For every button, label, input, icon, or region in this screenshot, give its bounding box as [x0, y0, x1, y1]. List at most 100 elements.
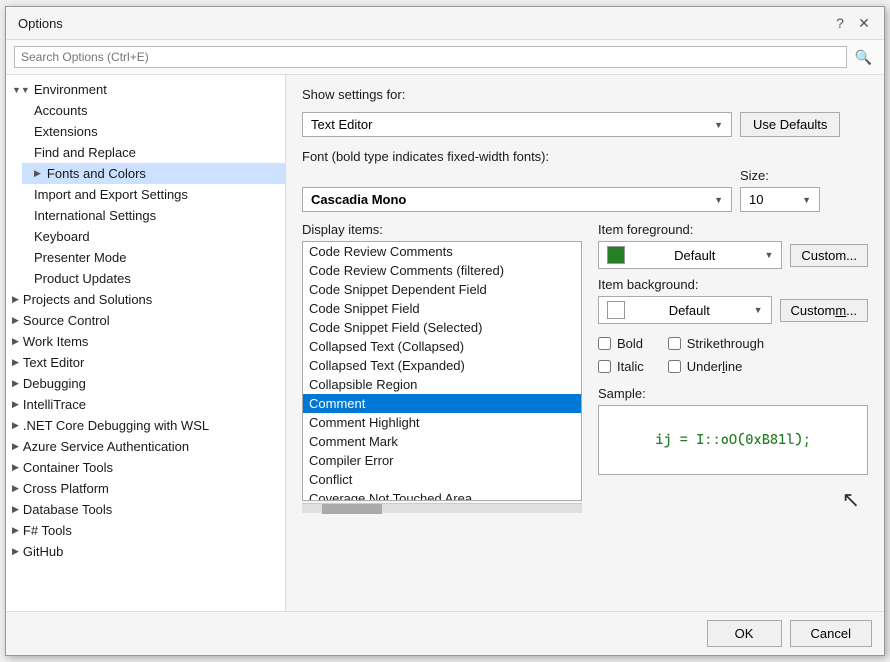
search-input[interactable] — [14, 46, 847, 68]
underline-checkbox[interactable] — [668, 360, 681, 373]
expand-work-items-icon — [12, 336, 19, 347]
size-dropdown[interactable]: 10 ▼ — [740, 187, 820, 212]
show-settings-row: Show settings for: — [302, 87, 868, 102]
expand-cross-platform-icon — [12, 483, 19, 494]
sidebar-item-find-replace[interactable]: Find and Replace — [22, 142, 285, 163]
item-background-dropdown[interactable]: Default ▼ — [598, 296, 772, 324]
sidebar-item-presenter[interactable]: Presenter Mode — [22, 247, 285, 268]
cursor-indicator: ↖ — [598, 483, 868, 517]
ok-button[interactable]: OK — [707, 620, 782, 647]
item-foreground-arrow: ▼ — [764, 250, 773, 260]
search-icon-button[interactable]: 🔍 — [851, 47, 876, 68]
sidebar-item-import-export[interactable]: Import and Export Settings — [22, 184, 285, 205]
show-settings-label: Show settings for: — [302, 87, 405, 102]
title-controls: ? ✕ — [832, 15, 872, 31]
sidebar-item-projects[interactable]: Projects and Solutions — [6, 289, 285, 310]
list-item[interactable]: Code Snippet Field — [303, 299, 581, 318]
sidebar-item-text-editor[interactable]: Text Editor — [6, 352, 285, 373]
sidebar-item-debugging[interactable]: Debugging — [6, 373, 285, 394]
list-item[interactable]: Collapsible Region — [303, 375, 581, 394]
expand-fsharp-icon — [12, 525, 19, 536]
bold-checkbox[interactable] — [598, 337, 611, 350]
display-items-scrollbar[interactable] — [302, 503, 582, 513]
show-settings-dropdown[interactable]: Text Editor ▼ — [302, 112, 732, 137]
expand-projects-icon — [12, 294, 19, 305]
font-label: Font (bold type indicates fixed-width fo… — [302, 149, 868, 164]
sidebar-item-cross-platform[interactable]: Cross Platform — [6, 478, 285, 499]
right-checkbox-group: Strikethrough Underline — [668, 336, 764, 374]
list-item[interactable]: Code Review Comments (filtered) — [303, 261, 581, 280]
sidebar-item-accounts[interactable]: Accounts — [22, 100, 285, 121]
item-background-custom-button[interactable]: Customm... — [780, 299, 868, 322]
bold-checkbox-item[interactable]: Bold — [598, 336, 644, 351]
debugging-label: Debugging — [23, 376, 86, 391]
sidebar-item-azure-auth[interactable]: Azure Service Authentication — [6, 436, 285, 457]
sidebar-item-fonts-colors[interactable]: ▶ Fonts and Colors — [22, 163, 285, 184]
sidebar-item-container-tools[interactable]: Container Tools — [6, 457, 285, 478]
strikethrough-checkbox[interactable] — [668, 337, 681, 350]
size-group: Size: 10 ▼ — [740, 168, 820, 212]
title-bar: Options ? ✕ — [6, 7, 884, 40]
keyboard-label: Keyboard — [34, 229, 90, 244]
underline-label: Underline — [687, 359, 743, 374]
sidebar-item-environment[interactable]: ▼ Environment — [6, 79, 285, 100]
sidebar-item-fsharp[interactable]: F# Tools — [6, 520, 285, 541]
italic-checkbox[interactable] — [598, 360, 611, 373]
item-foreground-dropdown[interactable]: Default ▼ — [598, 241, 782, 269]
sidebar-item-intellitrace[interactable]: IntelliTrace — [6, 394, 285, 415]
main-content: ▼ Environment Accounts Extensions Find a… — [6, 75, 884, 611]
sample-section: Sample: ij = I::oO(0xB81l); — [598, 386, 868, 475]
projects-label: Projects and Solutions — [23, 292, 152, 307]
sidebar-item-github[interactable]: GitHub — [6, 541, 285, 562]
list-item[interactable]: Code Review Comments — [303, 242, 581, 261]
display-items-label: Display items: — [302, 222, 582, 237]
sidebar-item-international[interactable]: International Settings — [22, 205, 285, 226]
item-foreground-section: Item foreground: Default ▼ Custom... — [598, 222, 868, 269]
list-item[interactable]: Collapsed Text (Collapsed) — [303, 337, 581, 356]
list-item[interactable]: Compiler Error — [303, 451, 581, 470]
size-label: Size: — [740, 168, 820, 183]
close-button[interactable]: ✕ — [856, 15, 872, 31]
item-foreground-custom-button[interactable]: Custom... — [790, 244, 868, 267]
environment-label: Environment — [34, 82, 107, 97]
list-item[interactable]: Conflict — [303, 470, 581, 489]
expand-database-tools-icon — [12, 504, 19, 515]
display-items-section: Display items: Code Review CommentsCode … — [302, 222, 868, 517]
font-size-row: Cascadia Mono ▼ Size: 10 ▼ — [302, 168, 868, 212]
strikethrough-checkbox-item[interactable]: Strikethrough — [668, 336, 764, 351]
cancel-button[interactable]: Cancel — [790, 620, 872, 647]
list-item[interactable]: Code Snippet Dependent Field — [303, 280, 581, 299]
display-items-col: Display items: Code Review CommentsCode … — [302, 222, 582, 517]
list-item[interactable]: Collapsed Text (Expanded) — [303, 356, 581, 375]
use-defaults-button[interactable]: Use Defaults — [740, 112, 840, 137]
azure-auth-label: Azure Service Authentication — [23, 439, 189, 454]
options-dialog: Options ? ✕ 🔍 ▼ Environment Accounts — [5, 6, 885, 656]
list-item[interactable]: Coverage Not Touched Area — [303, 489, 581, 501]
underline-checkbox-item[interactable]: Underline — [668, 359, 764, 374]
expand-azure-auth-icon — [12, 441, 19, 452]
list-item[interactable]: Comment Highlight — [303, 413, 581, 432]
item-background-section: Item background: Default ▼ Customm... — [598, 277, 868, 324]
sidebar-item-product-updates[interactable]: Product Updates — [22, 268, 285, 289]
left-checkbox-group: Bold Italic — [598, 336, 644, 374]
sidebar-item-source-control[interactable]: Source Control — [6, 310, 285, 331]
list-item[interactable]: Comment — [303, 394, 581, 413]
database-tools-label: Database Tools — [23, 502, 112, 517]
sidebar-item-work-items[interactable]: Work Items — [6, 331, 285, 352]
net-core-label: .NET Core Debugging with WSL — [23, 418, 209, 433]
show-settings-arrow: ▼ — [714, 120, 723, 130]
font-dropdown[interactable]: Cascadia Mono ▼ — [302, 187, 732, 212]
product-updates-label: Product Updates — [34, 271, 131, 286]
expand-github-icon — [12, 546, 19, 557]
display-items-list[interactable]: Code Review CommentsCode Review Comments… — [302, 241, 582, 501]
sample-box: ij = I::oO(0xB81l); — [598, 405, 868, 475]
italic-checkbox-item[interactable]: Italic — [598, 359, 644, 374]
sidebar-item-keyboard[interactable]: Keyboard — [22, 226, 285, 247]
help-button[interactable]: ? — [832, 15, 848, 31]
sidebar-item-extensions[interactable]: Extensions — [22, 121, 285, 142]
list-item[interactable]: Comment Mark — [303, 432, 581, 451]
list-item[interactable]: Code Snippet Field (Selected) — [303, 318, 581, 337]
sidebar-item-net-core[interactable]: .NET Core Debugging with WSL — [6, 415, 285, 436]
container-tools-label: Container Tools — [23, 460, 113, 475]
sidebar-item-database-tools[interactable]: Database Tools — [6, 499, 285, 520]
